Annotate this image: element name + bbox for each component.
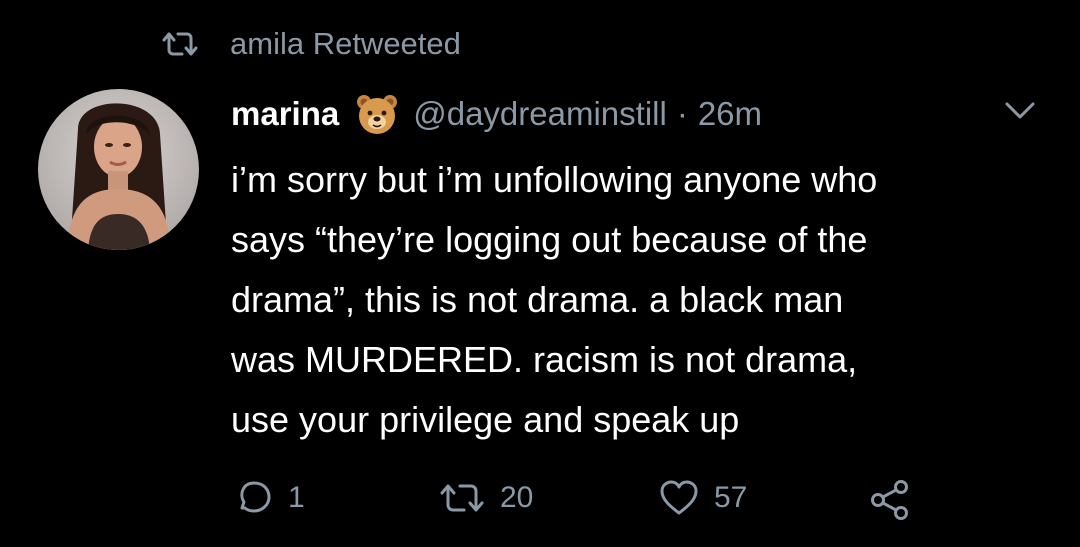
tweet-text-line: drama”, this is not drama. a black man <box>231 279 844 320</box>
heart-icon <box>660 480 698 515</box>
tweet-header: marina @daydreaminstill · 26m <box>231 92 762 136</box>
tweet-actions: 1 20 57 <box>0 478 1080 522</box>
separator-dot: · <box>676 95 688 132</box>
reply-icon <box>240 481 271 513</box>
retweet-icon <box>440 484 484 512</box>
avatar[interactable] <box>38 89 199 250</box>
tweet-timestamp[interactable]: 26m <box>698 95 762 133</box>
tweet-text: i’m sorry but i’m unfollowing anyone who… <box>231 150 1061 450</box>
chevron-down-icon[interactable] <box>1002 97 1038 125</box>
reply-count: 1 <box>288 481 305 514</box>
author-name[interactable]: marina <box>231 95 339 133</box>
retweet-context[interactable]: amila Retweeted <box>160 26 461 62</box>
share-button[interactable] <box>868 478 912 522</box>
tweet-text-line: i’m sorry but i’m unfollowing anyone who <box>231 159 878 200</box>
bear-face-emoji-icon <box>355 92 399 136</box>
retweet-icon <box>162 32 198 56</box>
like-button[interactable]: 57 <box>658 478 747 518</box>
reply-button[interactable]: 1 <box>234 478 305 518</box>
tweet-text-line: says “they’re logging out because of the <box>231 219 868 260</box>
author-handle[interactable]: @daydreaminstill <box>413 95 667 133</box>
retweet-button[interactable]: 20 <box>438 478 533 518</box>
tweet-text-line: was MURDERED. racism is not drama, <box>231 339 858 380</box>
like-count: 57 <box>714 481 748 514</box>
retweet-count: 20 <box>500 481 534 514</box>
share-icon <box>871 480 908 520</box>
retweet-context-text: amila Retweeted <box>230 26 461 61</box>
tweet-text-line: use your privilege and speak up <box>231 399 740 440</box>
